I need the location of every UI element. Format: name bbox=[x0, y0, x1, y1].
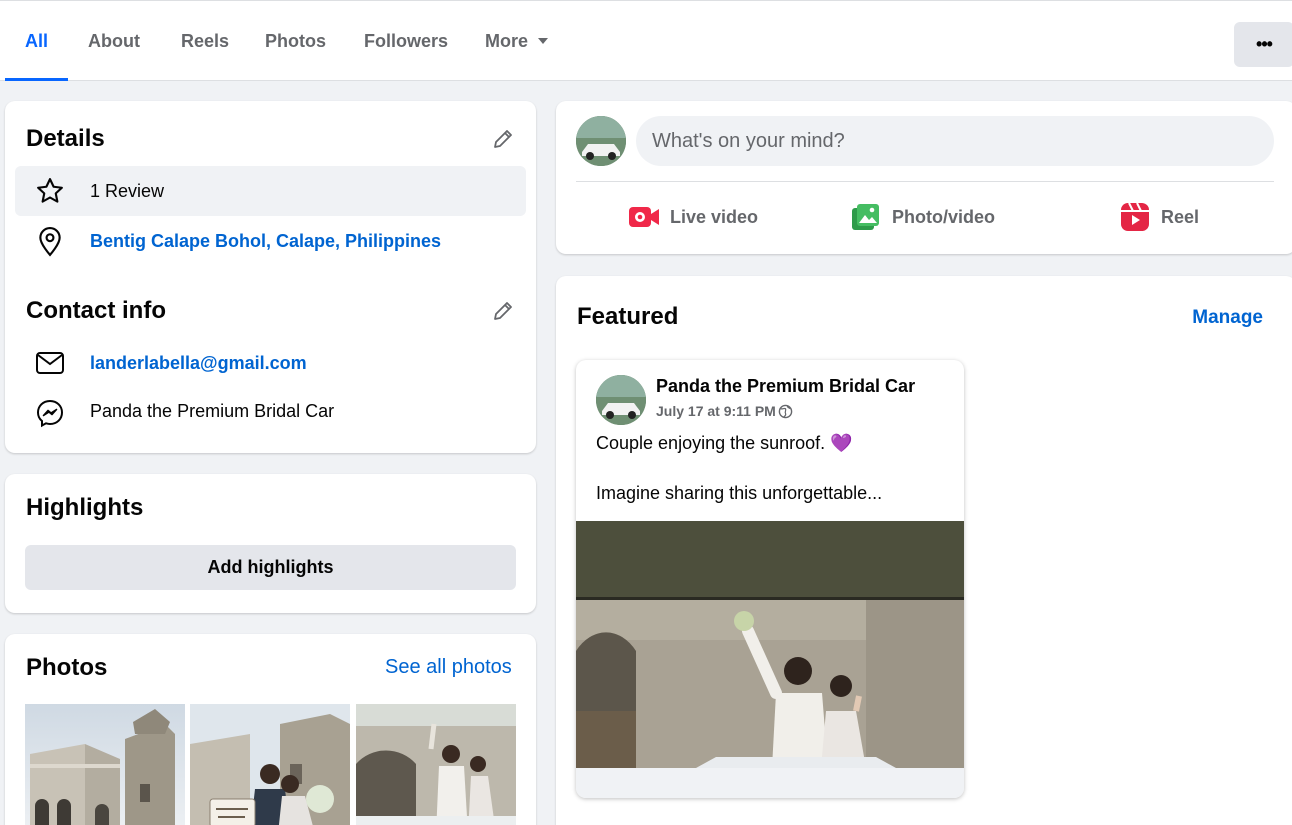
location-link[interactable]: Bentig Calape Bohol, Calape, Philippines bbox=[90, 231, 441, 252]
tab-all[interactable]: All bbox=[25, 1, 48, 81]
active-tab-indicator bbox=[5, 78, 68, 81]
review-count: 1 Review bbox=[90, 181, 165, 201]
tab-followers[interactable]: Followers bbox=[364, 1, 448, 81]
tab-reels-label: Reels bbox=[181, 30, 230, 51]
see-all-photos-link[interactable]: See all photos bbox=[385, 656, 512, 679]
manage-featured-link[interactable]: Manage bbox=[1192, 307, 1263, 329]
post-timestamp[interactable]: July 17 at 9:11 PM bbox=[656, 403, 793, 419]
intro-card: Details 1 Review Bentig Calape Bohol, Ca… bbox=[5, 101, 536, 453]
pencil-icon[interactable] bbox=[491, 127, 515, 151]
photos-title: Photos bbox=[26, 654, 108, 681]
tab-more-label: More bbox=[485, 30, 529, 51]
profile-options-button[interactable]: ••• bbox=[1234, 22, 1292, 67]
featured-card: Featured Manage Panda the Premium Bridal… bbox=[556, 276, 1292, 825]
tab-about[interactable]: About bbox=[88, 1, 140, 81]
photo-video-icon bbox=[850, 203, 882, 231]
tab-reels[interactable]: Reels bbox=[181, 1, 229, 81]
post-author[interactable]: Panda the Premium Bridal Car bbox=[656, 376, 915, 397]
globe-icon bbox=[778, 404, 793, 418]
post-footer bbox=[576, 768, 964, 798]
messenger-icon bbox=[33, 396, 67, 430]
pencil-icon[interactable] bbox=[491, 299, 515, 323]
tab-more[interactable]: More bbox=[485, 1, 549, 81]
whats-on-your-mind-input[interactable]: What's on your mind? bbox=[636, 116, 1274, 166]
post-composer: What's on your mind? Live video Photo/vi… bbox=[556, 101, 1292, 254]
photo-video-button[interactable]: Photo/video bbox=[850, 201, 995, 233]
highlights-title: Highlights bbox=[26, 494, 144, 521]
highlights-card: Highlights Add highlights bbox=[5, 474, 536, 613]
live-video-label: Live video bbox=[670, 206, 759, 227]
avatar[interactable] bbox=[576, 116, 626, 166]
live-video-icon bbox=[628, 203, 660, 231]
photo-video-label: Photo/video bbox=[892, 206, 995, 227]
photo-thumbnail[interactable] bbox=[190, 704, 350, 825]
chevron-down-icon bbox=[538, 38, 549, 44]
profile-tab-bar: All About Reels Photos Followers More ••… bbox=[0, 0, 1292, 81]
star-icon bbox=[33, 174, 67, 208]
location-pin-icon bbox=[33, 225, 67, 259]
envelope-icon bbox=[33, 346, 67, 380]
tab-photos-label: Photos bbox=[265, 30, 326, 51]
email-link[interactable]: landerlabella@gmail.com bbox=[90, 353, 307, 374]
live-video-button[interactable]: Live video bbox=[628, 201, 758, 233]
details-title: Details bbox=[26, 125, 105, 152]
tab-photos[interactable]: Photos bbox=[265, 1, 326, 81]
tab-followers-label: Followers bbox=[364, 30, 449, 51]
divider bbox=[576, 181, 1274, 182]
ellipsis-icon: ••• bbox=[1256, 34, 1273, 54]
post-photo[interactable] bbox=[576, 521, 964, 768]
post-date: July 17 at 9:11 PM bbox=[656, 403, 776, 419]
tab-all-label: All bbox=[25, 30, 49, 51]
reel-button[interactable]: Reel bbox=[1119, 201, 1199, 233]
featured-post[interactable]: Panda the Premium Bridal Car July 17 at … bbox=[576, 360, 964, 798]
reel-icon bbox=[1119, 202, 1151, 231]
add-highlights-button[interactable]: Add highlights bbox=[25, 545, 516, 590]
contact-info-title: Contact info bbox=[26, 297, 166, 324]
tab-about-label: About bbox=[88, 30, 140, 51]
post-text-line2: Imagine sharing this unforgettable... bbox=[596, 483, 883, 503]
reel-label: Reel bbox=[1161, 206, 1200, 227]
photo-thumbnail[interactable] bbox=[25, 704, 185, 825]
featured-title: Featured bbox=[577, 303, 679, 330]
avatar[interactable] bbox=[596, 375, 646, 425]
post-text-line1: Couple enjoying the sunroof. 💜 bbox=[596, 433, 853, 453]
messenger-name[interactable]: Panda the Premium Bridal Car bbox=[90, 401, 334, 422]
photos-card: Photos See all photos bbox=[5, 634, 536, 825]
photo-thumbnail[interactable] bbox=[356, 704, 516, 825]
